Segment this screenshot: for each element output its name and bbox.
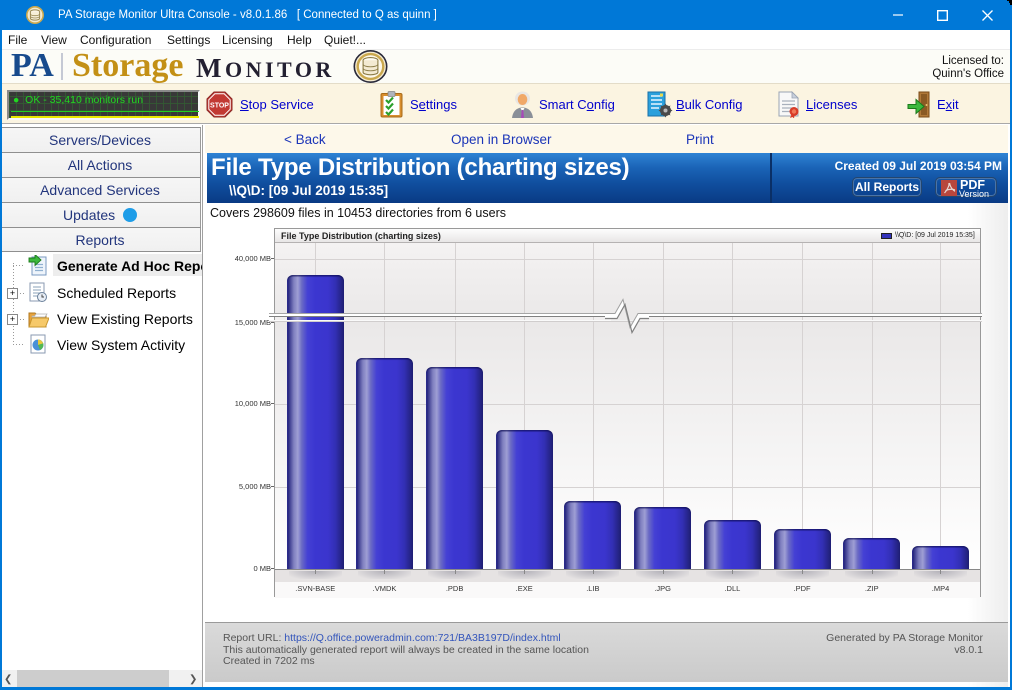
- svg-text:STOP: STOP: [210, 103, 229, 110]
